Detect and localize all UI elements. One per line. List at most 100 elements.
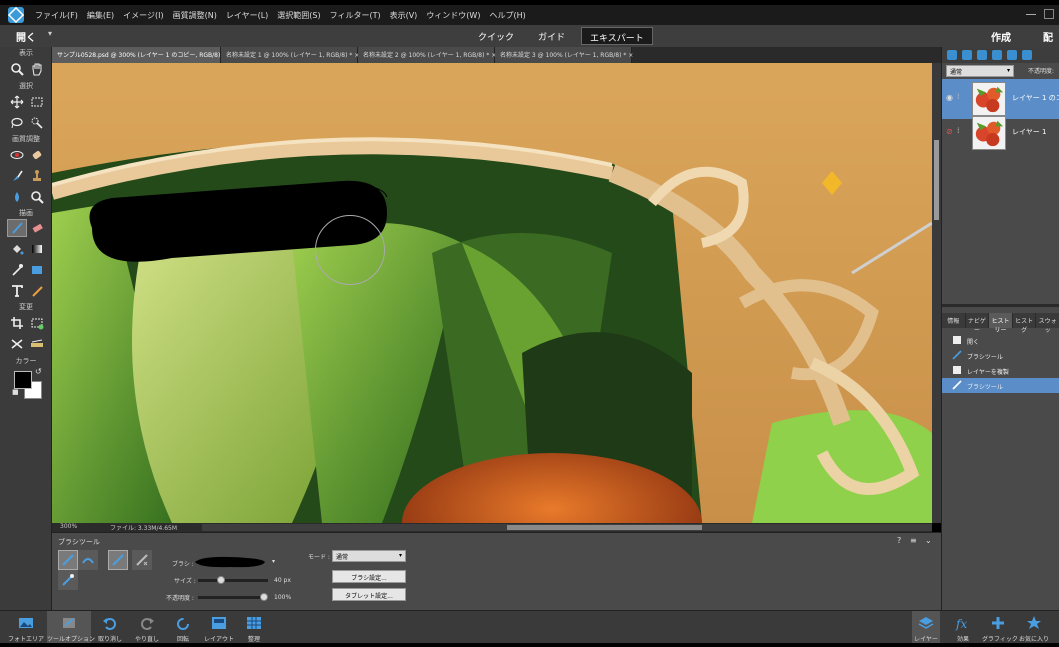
brush-settings-button[interactable]: ブラシ設定...	[332, 570, 406, 583]
panel-splitter[interactable]	[942, 304, 1059, 307]
lasso-tool-icon[interactable]	[7, 114, 27, 132]
quick-selection-tool-icon[interactable]	[27, 114, 47, 132]
default-colors-icon[interactable]: ■	[12, 388, 19, 396]
tab-history[interactable]: ヒストリー	[989, 313, 1013, 334]
opacity-slider-handle[interactable]	[260, 593, 268, 601]
eye-icon[interactable]: ◉	[946, 93, 954, 102]
red-eye-tool-icon[interactable]	[7, 146, 27, 164]
rotate-button[interactable]: 回転	[168, 611, 198, 644]
brush-preset-picker[interactable]	[192, 554, 268, 570]
doc-tab-untitled-1[interactable]: 名称未設定 1 @ 100% (レイヤー 1, RGB/8) * ×	[221, 47, 359, 63]
spot-healing-tool-icon[interactable]	[27, 146, 47, 164]
blur-tool-icon[interactable]	[7, 188, 27, 206]
doc-tab-untitled-2[interactable]: 名称未設定 2 @ 100% (レイヤー 1, RGB/8) * ×	[358, 47, 496, 63]
vertical-scroll-thumb[interactable]	[934, 140, 939, 220]
type-tool-icon[interactable]	[7, 282, 27, 300]
canvas-vertical-scrollbar[interactable]	[932, 63, 941, 523]
marquee-tool-icon[interactable]	[27, 93, 47, 111]
menu-select[interactable]: 選択範囲(S)	[277, 10, 320, 21]
mode-quick-tab[interactable]: クイック	[470, 27, 522, 45]
collapse-icon[interactable]: ⌄	[925, 536, 932, 545]
effects-button[interactable]: fx 効果	[950, 611, 976, 644]
history-item-duplicate-layer[interactable]: レイヤーを複製	[942, 363, 1059, 378]
doc-tab-untitled-3[interactable]: 名称未設定 3 @ 100% (レイヤー 1, RGB/8) * ×	[495, 47, 633, 63]
panel-menu-icon[interactable]: ≡	[910, 536, 917, 545]
sponge-tool-icon[interactable]	[27, 188, 47, 206]
layout-button[interactable]: レイアウト	[202, 611, 236, 644]
zoom-level[interactable]: 300%	[60, 523, 77, 530]
delete-layer-icon[interactable]	[1022, 50, 1032, 60]
brush-airbrush-off-icon[interactable]	[108, 550, 128, 570]
photo-bin-button[interactable]: フォトエリア	[6, 611, 46, 644]
layers-button[interactable]: レイヤー	[912, 611, 940, 644]
eyedropper-tool-icon[interactable]	[7, 261, 27, 279]
tab-histogram[interactable]: ヒストグ	[1013, 313, 1037, 334]
link-icon[interactable]: ⁞	[957, 92, 960, 101]
favorites-button[interactable]: お気に入り	[1016, 611, 1052, 644]
eraser-tool-icon[interactable]	[27, 219, 47, 237]
tab-navigator[interactable]: ナビゲー	[966, 313, 990, 334]
brush-mode-select[interactable]: 通常 ▾	[332, 550, 406, 562]
tab-info[interactable]: 情報	[942, 313, 966, 328]
smart-brush-tool-icon[interactable]	[7, 167, 27, 185]
organizer-button[interactable]: 整理	[240, 611, 268, 644]
redo-button[interactable]: やり直し	[131, 611, 163, 644]
chevron-down-icon[interactable]: ▾	[272, 558, 275, 565]
size-slider-handle[interactable]	[216, 576, 225, 584]
menu-filter[interactable]: フィルター(T)	[330, 10, 381, 21]
blend-mode-select[interactable]: 通常 ▾	[946, 65, 1014, 77]
brush-mode-icon[interactable]	[58, 550, 78, 570]
new-layer-icon[interactable]	[947, 50, 957, 60]
content-aware-move-tool-icon[interactable]	[7, 335, 27, 353]
layer-row-base[interactable]: ⊘ ⁞ レイヤー 1	[942, 113, 1059, 153]
menu-edit[interactable]: 編集(E)	[87, 10, 114, 21]
straighten-tool-icon[interactable]	[27, 335, 47, 353]
impressionist-brush-icon[interactable]	[78, 550, 98, 570]
history-item-open[interactable]: 開く	[942, 333, 1059, 348]
tab-swatches[interactable]: スウォッ	[1036, 313, 1059, 334]
hand-tool-icon[interactable]	[27, 60, 47, 78]
adjustment-layer-icon[interactable]	[977, 50, 987, 60]
tool-options-button[interactable]: ツールオプション	[47, 611, 95, 644]
size-slider[interactable]	[198, 579, 268, 582]
crop-tool-icon[interactable]	[7, 314, 27, 332]
new-group-icon[interactable]	[962, 50, 972, 60]
menu-enhance[interactable]: 画質調整(N)	[173, 10, 217, 21]
foreground-color-swatch[interactable]	[14, 371, 32, 389]
open-dropdown-icon[interactable]: ▾	[48, 29, 52, 38]
size-value[interactable]: 40 px	[274, 577, 291, 584]
menu-image[interactable]: イメージ(I)	[123, 10, 163, 21]
eye-hidden-icon[interactable]: ⊘	[946, 127, 954, 136]
menu-help[interactable]: ヘルプ(H)	[489, 10, 525, 21]
graphics-button[interactable]: グラフィック	[982, 611, 1018, 644]
brush-tool-icon[interactable]	[7, 219, 27, 237]
move-tool-icon[interactable]	[7, 93, 27, 111]
history-item-brush[interactable]: ブラシツール	[942, 348, 1059, 363]
undo-button[interactable]: 取り消し	[94, 611, 126, 644]
zoom-tool-icon[interactable]	[7, 60, 27, 78]
gradient-tool-icon[interactable]	[27, 240, 47, 258]
link-icon[interactable]: ⁞	[957, 126, 960, 135]
layer-mask-icon[interactable]	[992, 50, 1002, 60]
create-button[interactable]: 作成	[991, 29, 1011, 44]
doc-tab-sample[interactable]: サンプル0528.psd @ 300% (レイヤー 1 のコピー, RGB/8)…	[52, 47, 232, 63]
open-button[interactable]: 開く	[16, 29, 36, 44]
canvas-area[interactable]	[52, 63, 932, 523]
lock-icon[interactable]	[1007, 50, 1017, 60]
clone-stamp-tool-icon[interactable]	[27, 167, 47, 185]
opacity-slider[interactable]	[198, 596, 268, 599]
tablet-settings-button[interactable]: タブレット設定...	[332, 588, 406, 601]
horizontal-scroll-thumb[interactable]	[507, 525, 702, 530]
maximize-icon[interactable]	[1044, 9, 1054, 19]
image-canvas[interactable]	[52, 93, 932, 523]
menu-file[interactable]: ファイル(F)	[35, 10, 78, 21]
menu-layer[interactable]: レイヤー(L)	[226, 10, 268, 21]
mode-guided-tab[interactable]: ガイド	[530, 27, 573, 45]
shape-tool-icon[interactable]	[27, 261, 47, 279]
minimize-icon[interactable]	[1026, 9, 1036, 15]
menu-window[interactable]: ウィンドウ(W)	[426, 10, 480, 21]
history-item-brush-current[interactable]: ブラシツール	[942, 378, 1059, 393]
recompose-tool-icon[interactable]	[27, 314, 47, 332]
swap-colors-icon[interactable]: ↺	[35, 367, 42, 376]
opacity-value[interactable]: 100%	[274, 594, 291, 601]
